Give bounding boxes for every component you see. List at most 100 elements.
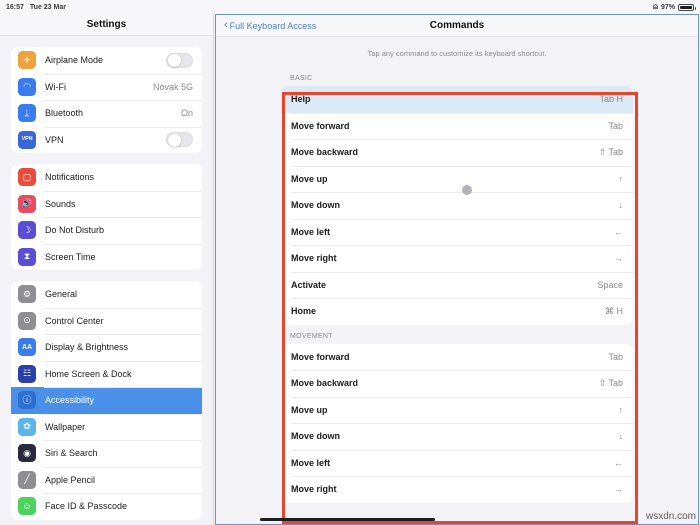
sidebar-item-vpn[interactable]: VPN VPN <box>11 126 202 154</box>
command-shortcut: ← <box>614 226 623 237</box>
command-label: Move down <box>291 431 340 442</box>
command-group: Help Tab H Move forward Tab Move backward ⇧ T… <box>281 86 633 325</box>
command-shortcut: Tab <box>608 351 623 362</box>
vpn-icon: VPN <box>18 130 36 149</box>
sidebar-item-screen-time[interactable]: ⧗ Screen Time <box>11 243 202 271</box>
command-shortcut: ⌘ H <box>605 305 623 316</box>
sidebar-item-bluetooth[interactable]: ᛦ Bluetooth On <box>11 100 202 127</box>
command-label: Move right <box>291 253 337 264</box>
sidebar-item-accessibility[interactable]: ⓘ Accessibility <box>11 387 202 414</box>
back-button-label: Full Keyboard Access <box>229 20 317 31</box>
sidebar-group: ✈ Airplane Mode ◠ Wi-Fi Novak 5G ᛦ Bluetooth On… <box>11 47 202 153</box>
siri-search-icon: ◉ <box>18 444 36 463</box>
command-shortcut: Tab <box>608 120 623 131</box>
wifi-icon: ⍝ <box>653 2 658 11</box>
command-shortcut: → <box>614 253 623 264</box>
command-row[interactable]: Move up ↑ <box>281 396 633 424</box>
toggle-switch[interactable] <box>166 132 193 148</box>
sidebar-item-label: Face ID & Passcode <box>45 501 128 512</box>
sidebar-item-label: Wallpaper <box>45 421 86 432</box>
detail-body: Tap any command to customize its keyboar… <box>216 37 698 524</box>
bluetooth-icon: ᛦ <box>18 104 36 123</box>
ipad-screen: 16:57 Tue 23 Mar ⍝ 97% Settings ✈ Airplan… <box>0 0 700 525</box>
sounds-icon: 🔊 <box>18 194 36 213</box>
sidebar-item-label: Do Not Disturb <box>45 225 105 236</box>
status-bar-left: 16:57 Tue 23 Mar <box>6 4 66 11</box>
sidebar-item-siri-search[interactable]: ◉ Siri & Search <box>11 440 202 467</box>
command-row[interactable]: Home ⌘ H <box>281 298 633 325</box>
command-shortcut: ↑ <box>618 404 624 415</box>
status-bar-right: ⍝ 97% <box>653 2 696 11</box>
sidebar-item-value: On <box>180 108 193 119</box>
command-row[interactable]: Move backward ⇧ Tab <box>281 139 633 166</box>
touch-cursor-dot <box>462 185 472 195</box>
command-row[interactable]: Move right → <box>281 476 633 503</box>
sidebar-item-general[interactable]: ⚙ General <box>11 281 202 308</box>
display-brightness-icon: AA <box>18 338 36 357</box>
command-row[interactable]: Move forward Tab <box>281 344 633 371</box>
command-label: Help <box>291 94 311 105</box>
sidebar-group: ▢ Notifications 🔊 Sounds ☽ Do Not Disturb ⧗ Scr… <box>11 164 202 270</box>
command-row[interactable]: Help Tab H <box>281 86 633 113</box>
command-label: Move up <box>291 173 328 184</box>
command-row[interactable]: Move left ← <box>281 218 633 246</box>
home-screen-dock-icon: ☷ <box>18 364 36 383</box>
sidebar-item-label: Airplane Mode <box>45 55 104 66</box>
command-shortcut: ⇧ Tab <box>598 146 623 157</box>
sidebar-item-label: Notifications <box>45 172 95 183</box>
command-row[interactable]: Move right → <box>281 245 633 272</box>
command-row[interactable]: Activate Space <box>281 271 633 299</box>
command-row[interactable]: Move down ↓ <box>281 192 633 219</box>
sidebar-item-do-not-disturb[interactable]: ☽ Do Not Disturb <box>11 217 202 244</box>
sidebar-item-apple-pencil[interactable]: ╱ Apple Pencil <box>11 466 202 494</box>
sidebar-item-label: Bluetooth <box>45 108 84 119</box>
sidebar-group: ⚙ General ⊙ Control Center AA Display & Brigh… <box>11 281 202 520</box>
settings-sidebar: Settings ✈ Airplane Mode ◠ Wi-Fi Novak 5G ᛦ Bl… <box>0 14 214 525</box>
command-label: Move right <box>291 484 337 495</box>
command-label: Move left <box>291 226 331 237</box>
face-id-icon: ☺ <box>18 497 36 516</box>
sidebar-item-label: Accessibility <box>45 395 95 406</box>
sidebar-item-face-id-passcode[interactable]: ☺ Face ID & Passcode <box>11 493 202 520</box>
sidebar-item-airplane-mode[interactable]: ✈ Airplane Mode <box>11 47 202 74</box>
sidebar-item-label: Siri & Search <box>45 448 98 459</box>
sidebar-item-label: Control Center <box>45 315 104 326</box>
settings-title: Settings <box>0 14 213 36</box>
command-row[interactable]: Move up ↑ <box>281 165 633 193</box>
sidebar-item-wi-fi[interactable]: ◠ Wi-Fi Novak 5G <box>11 73 202 101</box>
command-label: Move left <box>291 457 331 468</box>
status-bar: 16:57 Tue 23 Mar ⍝ 97% <box>0 0 700 14</box>
home-indicator[interactable] <box>260 517 435 521</box>
sidebar-item-home-screen-dock[interactable]: ☷ Home Screen & Dock <box>11 360 202 388</box>
commands-detail-pane: ‹ Full Keyboard Access Commands Tap any … <box>215 14 699 525</box>
command-label: Move backward <box>291 378 359 389</box>
command-shortcut: ↓ <box>618 431 624 442</box>
sidebar-item-wallpaper[interactable]: ✿ Wallpaper <box>11 413 202 441</box>
sidebar-item-sounds[interactable]: 🔊 Sounds <box>11 190 202 218</box>
command-label: Move forward <box>291 120 350 131</box>
wallpaper-icon: ✿ <box>18 417 36 436</box>
sidebar-item-notifications[interactable]: ▢ Notifications <box>11 164 202 191</box>
command-sections: BASIC Help Tab H Move forward Tab Move backwa… <box>281 67 633 503</box>
sidebar-item-control-center[interactable]: ⊙ Control Center <box>11 307 202 335</box>
back-button[interactable]: ‹ Full Keyboard Access <box>224 20 316 31</box>
command-label: Home <box>291 306 317 317</box>
airplane-icon: ✈ <box>18 51 36 70</box>
status-date: Tue 23 Mar <box>29 3 66 11</box>
sidebar-item-label: Wi-Fi <box>45 81 66 92</box>
sidebar-item-label: Apple Pencil <box>45 474 96 485</box>
sidebar-item-label: VPN <box>45 134 64 145</box>
toggle-switch[interactable] <box>166 52 193 68</box>
command-shortcut: ← <box>614 457 623 468</box>
wifi-icon: ◠ <box>18 77 36 96</box>
command-shortcut: ⇧ Tab <box>598 377 623 388</box>
sidebar-item-display-brightness[interactable]: AA Display & Brightness <box>11 334 202 361</box>
command-group: Move forward Tab Move backward ⇧ Tab Move up… <box>281 343 633 503</box>
command-row[interactable]: Move left ← <box>281 449 633 477</box>
apple-pencil-icon: ╱ <box>18 470 36 489</box>
sidebar-item-label: Screen Time <box>45 251 96 262</box>
command-row[interactable]: Move down ↓ <box>281 423 633 450</box>
command-row[interactable]: Move forward Tab <box>281 112 633 140</box>
command-row[interactable]: Move backward ⇧ Tab <box>281 370 633 397</box>
battery-percent: 97% <box>660 3 675 11</box>
